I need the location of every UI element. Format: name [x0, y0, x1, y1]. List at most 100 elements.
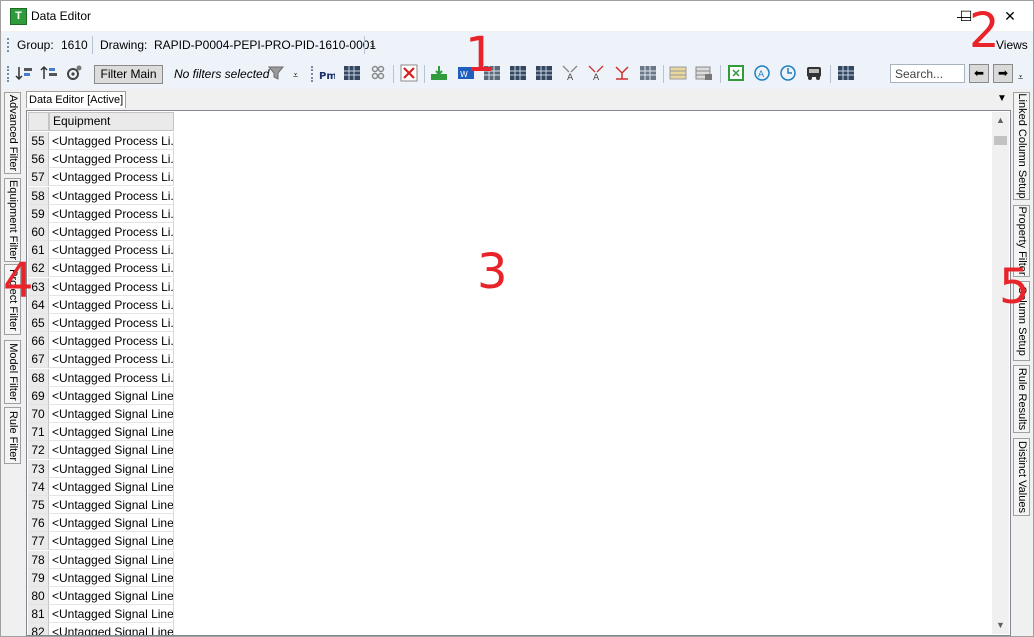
- equipment-cell[interactable]: <Untagged Signal Line...: [49, 550, 174, 569]
- row-number[interactable]: 58: [28, 186, 49, 205]
- link-chain-icon[interactable]: [369, 64, 387, 82]
- row-number[interactable]: 79: [28, 568, 49, 587]
- equipment-cell[interactable]: <Untagged Signal Line>: [49, 405, 174, 423]
- table-rows-icon[interactable]: [669, 64, 687, 82]
- settings-gear-icon[interactable]: [65, 64, 83, 82]
- table-row[interactable]: 55 <Untagged Process Li...: [28, 132, 174, 150]
- table-row[interactable]: 72 <Untagged Signal Line>: [28, 441, 174, 460]
- table-row[interactable]: 69 <Untagged Signal Line>: [28, 386, 174, 405]
- add-attribute-icon[interactable]: A: [753, 64, 771, 82]
- table-row[interactable]: 81 <Untagged Signal Line...: [28, 605, 174, 624]
- row-number[interactable]: 72: [28, 441, 49, 460]
- equipment-cell[interactable]: <Untagged Process Li...: [49, 277, 174, 296]
- table-export-icon[interactable]: [695, 64, 713, 82]
- row-number[interactable]: 74: [28, 477, 49, 496]
- grid-table-icon[interactable]: [535, 64, 553, 82]
- grid-table-icon[interactable]: [343, 64, 361, 82]
- equipment-cell[interactable]: <Untagged Process Li...: [49, 186, 174, 205]
- row-number[interactable]: 56: [28, 150, 49, 169]
- row-number[interactable]: 59: [28, 204, 49, 223]
- overflow-chevron-icon[interactable]: ⩡: [1018, 72, 1023, 83]
- table-row[interactable]: 56 <Untagged Process Li...: [28, 150, 174, 169]
- column-header-equipment[interactable]: Equipment: [49, 112, 174, 131]
- toolbar-grip[interactable]: [7, 38, 11, 52]
- equipment-cell[interactable]: <Untagged Process Li...: [49, 132, 174, 150]
- row-number[interactable]: 77: [28, 532, 49, 551]
- equipment-cell[interactable]: <Untagged Process Li...: [49, 168, 174, 187]
- next-arrow-button[interactable]: ➡: [993, 64, 1013, 83]
- table-row[interactable]: 73 <Untagged Signal Line>: [28, 459, 174, 478]
- grid-table-icon[interactable]: [509, 64, 527, 82]
- data-grid[interactable]: Equipment 55 <Untagged Process Li... 56 <Un…: [26, 110, 1011, 636]
- tab-rule-results[interactable]: Rule Results: [1013, 365, 1030, 433]
- text-node-red-icon[interactable]: A: [587, 64, 605, 82]
- row-number[interactable]: 60: [28, 223, 49, 241]
- table-row[interactable]: 78 <Untagged Signal Line...: [28, 550, 174, 569]
- table-row[interactable]: 74 <Untagged Signal Line...: [28, 477, 174, 496]
- table-row[interactable]: 75 <Untagged Signal Line...: [28, 496, 174, 514]
- equipment-cell[interactable]: <Untagged Process Li...: [49, 332, 174, 351]
- equipment-cell[interactable]: <Untagged Process Li...: [49, 259, 174, 278]
- row-number[interactable]: 70: [28, 405, 49, 423]
- equipment-cell[interactable]: <Untagged Signal Line...: [49, 496, 174, 514]
- table-row[interactable]: 57 <Untagged Process Li...: [28, 168, 174, 187]
- table-row[interactable]: 71 <Untagged Signal Line>: [28, 423, 174, 442]
- grid-corner[interactable]: [28, 112, 49, 131]
- table-row[interactable]: 65 <Untagged Process Li...: [28, 314, 174, 332]
- vehicle-icon[interactable]: [805, 64, 823, 82]
- scrollbar-thumb[interactable]: [994, 136, 1007, 145]
- row-number[interactable]: 57: [28, 168, 49, 187]
- row-number[interactable]: 71: [28, 423, 49, 442]
- equipment-cell[interactable]: <Untagged Process Li...: [49, 314, 174, 332]
- equipment-cell[interactable]: <Untagged Process Li...: [49, 150, 174, 169]
- equipment-cell[interactable]: <Untagged Signal Line...: [49, 514, 174, 533]
- row-number[interactable]: 65: [28, 314, 49, 332]
- tab-rule-filter[interactable]: Rule Filter: [4, 407, 21, 464]
- table-row[interactable]: 64 <Untagged Process Li...: [28, 295, 174, 314]
- table-row[interactable]: 60 <Untagged Process Li...: [28, 223, 174, 241]
- equipment-cell[interactable]: <Untagged Process Li...: [49, 295, 174, 314]
- tab-distinct-values[interactable]: Distinct Values: [1013, 438, 1030, 516]
- search-input[interactable]: Search...: [890, 64, 965, 83]
- tab-dropdown-icon[interactable]: ▼: [997, 93, 1007, 104]
- equipment-cell[interactable]: <Untagged Signal Line...: [49, 532, 174, 551]
- equipment-cell[interactable]: <Untagged Signal Line>: [49, 386, 174, 405]
- clock-refresh-icon[interactable]: [779, 64, 797, 82]
- row-number[interactable]: 67: [28, 350, 49, 369]
- equipment-cell[interactable]: <Untagged Process Li...: [49, 223, 174, 241]
- equipment-cell[interactable]: <Untagged Signal Line...: [49, 568, 174, 587]
- row-number[interactable]: 69: [28, 386, 49, 405]
- grid-table-icon[interactable]: [639, 64, 657, 82]
- table-row[interactable]: 79 <Untagged Signal Line...: [28, 568, 174, 587]
- equipment-cell[interactable]: <Untagged Signal Line...: [49, 605, 174, 624]
- delete-x-icon[interactable]: [400, 64, 418, 82]
- table-row[interactable]: 61 <Untagged Process Li...: [28, 241, 174, 260]
- table-row[interactable]: 76 <Untagged Signal Line...: [28, 514, 174, 533]
- views-label[interactable]: Views: [996, 38, 1028, 52]
- previous-arrow-button[interactable]: ⬅: [969, 64, 989, 83]
- table-row[interactable]: 82 <Untagged Signal Line...: [28, 623, 174, 635]
- row-number[interactable]: 81: [28, 605, 49, 624]
- table-row[interactable]: 68 <Untagged Process Li...: [28, 368, 174, 387]
- table-row[interactable]: 63 <Untagged Process Li...: [28, 277, 174, 296]
- overflow-chevron-icon[interactable]: ⩡: [370, 40, 375, 51]
- equipment-cell[interactable]: <Untagged Process Li...: [49, 350, 174, 369]
- filter-main-button[interactable]: Filter Main: [94, 65, 163, 84]
- pid-view-icon[interactable]: Pm: [317, 64, 335, 82]
- equipment-cell[interactable]: <Untagged Process Li...: [49, 368, 174, 387]
- excel-green-icon[interactable]: [727, 64, 745, 82]
- row-number[interactable]: 55: [28, 132, 49, 150]
- table-row[interactable]: 70 <Untagged Signal Line>: [28, 405, 174, 423]
- sort-descending-icon[interactable]: [40, 64, 58, 82]
- table-row[interactable]: 80 <Untagged Signal Line...: [28, 587, 174, 605]
- equipment-cell[interactable]: <Untagged Signal Line...: [49, 477, 174, 496]
- scroll-up-icon[interactable]: ▲: [992, 115, 1009, 125]
- tab-data-editor-active[interactable]: Data Editor [Active]: [26, 91, 127, 108]
- import-green-icon[interactable]: [430, 64, 448, 82]
- network-red-icon[interactable]: [613, 64, 631, 82]
- table-row[interactable]: 62 <Untagged Process Li...: [28, 259, 174, 278]
- sort-ascending-icon[interactable]: [15, 64, 33, 82]
- tab-advanced-filter[interactable]: Advanced Filter: [4, 92, 21, 174]
- equipment-cell[interactable]: <Untagged Signal Line>: [49, 459, 174, 478]
- row-number[interactable]: 73: [28, 459, 49, 478]
